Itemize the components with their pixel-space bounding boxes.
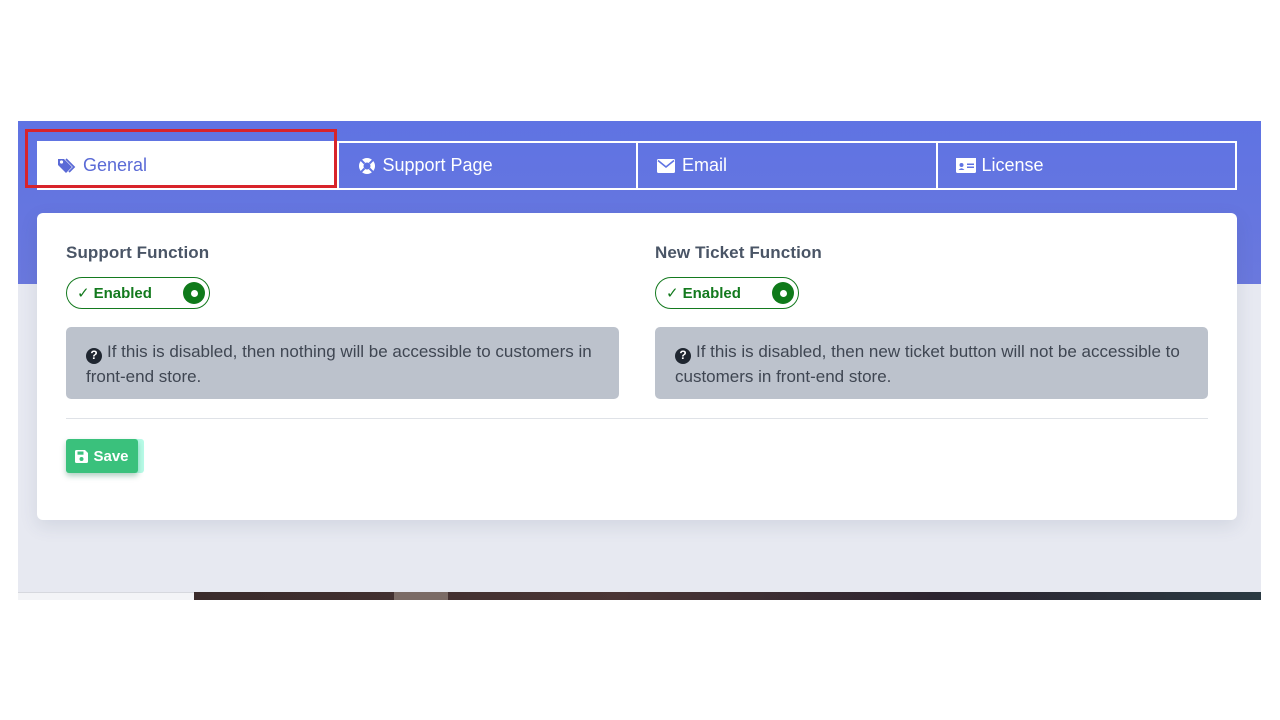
id-card-icon — [955, 156, 976, 176]
new-ticket-function-info: ? If this is disabled, then new ticket bu… — [655, 327, 1208, 399]
check-icon: ✓ — [77, 285, 90, 302]
settings-tabs: General Support Page Email License — [37, 141, 1237, 190]
tab-email-label: Email — [682, 155, 728, 175]
save-button-label: Save — [93, 447, 129, 465]
settings-card: Support Function ✓ Enabled ? If this is d… — [37, 213, 1237, 520]
tab-license-label: License — [981, 155, 1044, 175]
footer-chip — [394, 592, 448, 600]
footer-strip-left — [18, 592, 194, 600]
support-function-label: Support Function — [66, 243, 210, 262]
info-text: If this is disabled, then new ticket but… — [675, 342, 1180, 386]
save-button[interactable]: Save — [66, 439, 138, 473]
info-text: If this is disabled, then nothing will b… — [86, 342, 592, 386]
new-ticket-function-toggle[interactable]: ✓ Enabled — [655, 277, 799, 309]
tab-support-page-label: Support Page — [382, 155, 493, 175]
toggle-state-label: Enabled — [682, 284, 741, 302]
toggle-knob — [183, 282, 205, 304]
tags-icon — [57, 156, 77, 176]
question-circle-icon: ? — [675, 347, 691, 364]
tab-general-label: General — [83, 155, 148, 175]
tab-support-page[interactable]: Support Page — [338, 141, 638, 190]
tab-email[interactable]: Email — [638, 141, 938, 190]
section-divider — [66, 418, 1208, 419]
floppy-disk-icon — [75, 449, 89, 463]
envelope-icon — [656, 156, 676, 176]
footer-strip — [194, 592, 1261, 600]
life-ring-icon — [357, 156, 377, 176]
support-function-info: ? If this is disabled, then nothing will … — [66, 327, 619, 399]
tab-general[interactable]: General — [37, 141, 339, 190]
new-ticket-function-label: New Ticket Function — [655, 243, 822, 262]
check-icon: ✓ — [666, 285, 679, 302]
toggle-state-label: Enabled — [93, 284, 152, 302]
tab-license[interactable]: License — [937, 141, 1237, 190]
support-function-toggle[interactable]: ✓ Enabled — [66, 277, 210, 309]
question-circle-icon: ? — [86, 347, 102, 364]
toggle-knob — [772, 282, 794, 304]
